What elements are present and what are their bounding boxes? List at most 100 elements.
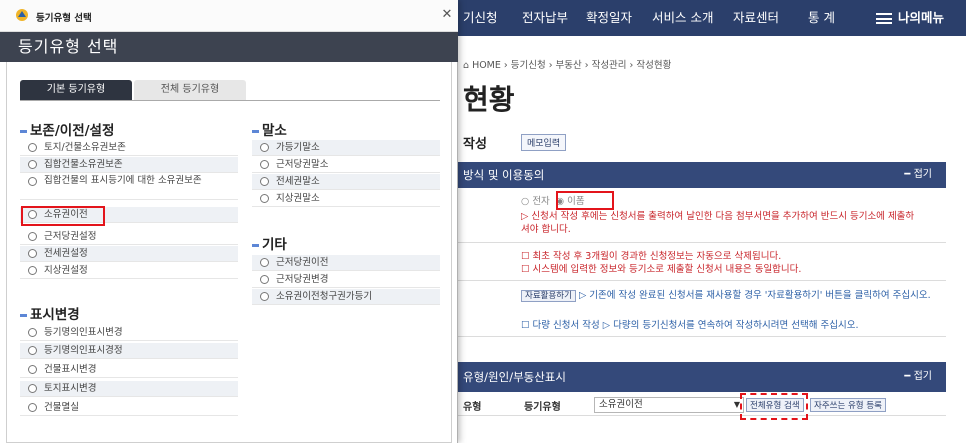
option-label: 지상권설정: [44, 265, 88, 276]
option-land-building-preserve[interactable]: 토지/건물소유권보존: [20, 140, 238, 156]
group-title-preserve: 보존/이전/설정: [20, 119, 114, 139]
agreement-row: ☐ 최초 작성 후 3개월이 경과한 신청정보는 자동으로 삭제됩니다. ☐ 시…: [458, 243, 946, 281]
option-label: 근저당권말소: [276, 159, 329, 170]
tab-basic-types[interactable]: 기본 등기유형: [20, 80, 132, 100]
highlight-search-button: [740, 393, 808, 420]
option-label: 소유권이전청구권가등기: [276, 291, 373, 302]
method-note-text: 신청서 작성 후에는 신청서를 출력하여 날인한 다음 첨부서면을 추가하여 반…: [521, 211, 915, 235]
type-field-label: 등기유형: [524, 402, 561, 413]
agree-2-text: 시스템에 입력한 정보와 등기소로 제출할 신청서 내용은 동일합니다.: [532, 264, 802, 275]
option-surface-setup[interactable]: 지상권설정: [20, 263, 238, 279]
option-collective-preserve[interactable]: 집합건물소유권보존: [20, 157, 238, 173]
radio-icon: [28, 328, 37, 337]
option-label: 전세권설정: [44, 248, 88, 259]
radio-icon: [28, 346, 37, 355]
option-building-demolish[interactable]: 건물멸실: [20, 400, 238, 416]
option-label: 근저당권설정: [44, 231, 97, 242]
option-label: 집합건물의 표시등기에 대한 소유권보존: [44, 175, 202, 186]
radio-icon: [260, 292, 269, 301]
type-row: 유형 등기유형 소유권이전 ▼ 전체유형 검색 자주쓰는 유형 등록: [458, 392, 946, 416]
option-ownership-claim-provisional[interactable]: 소유권이전청구권가등기: [252, 289, 440, 305]
option-label: 집합건물소유권보존: [44, 159, 123, 170]
arrow-icon: ▷: [521, 211, 529, 222]
radio-icon: [28, 266, 37, 275]
highlight-eform: [556, 191, 614, 210]
option-label: 건물표시변경: [44, 364, 97, 375]
group-title-cancel-text: 말소: [262, 123, 287, 139]
radio-icon: [260, 177, 269, 186]
radio-icon: [260, 258, 269, 267]
arrow-icon: ▷: [578, 290, 587, 301]
option-lease-cancel[interactable]: 전세권말소: [252, 174, 440, 190]
option-surface-cancel[interactable]: 지상권말소: [252, 191, 440, 207]
option-lease-setup[interactable]: 전세권설정: [20, 246, 238, 262]
register-fav-type-button[interactable]: 자주쓰는 유형 등록: [810, 398, 886, 412]
panel-type-fold[interactable]: ━ 접기: [904, 362, 932, 392]
method-note: ▷ 신청서 작성 후에는 신청서를 출력하여 날인한 다음 첨부서면을 추가하여…: [521, 210, 921, 236]
method-row: ○ 전자 ◉ 이폼 ▷ 신청서 작성 후에는 신청서를 출력하여 날인한 다음 …: [458, 188, 946, 243]
bullet-bar: [252, 129, 259, 133]
nav-item-resource[interactable]: 자료센터: [733, 0, 779, 36]
radio-icon: [260, 143, 269, 152]
nav-item-fixed-date[interactable]: 확정일자: [586, 0, 632, 36]
type-select[interactable]: 소유권이전 ▼: [594, 397, 744, 413]
fold-label: 접기: [913, 371, 932, 382]
radio-electronic-label: 전자: [532, 196, 550, 207]
multi-note[interactable]: ☐ 다량 신청서 작성 ▷ 다량의 등기신청서를 연속하여 작성하시려면 선택해…: [521, 319, 941, 332]
group-title-cancel: 말소: [252, 119, 287, 139]
nav-item-registration[interactable]: 기신청: [463, 0, 498, 36]
radio-electronic[interactable]: ○ 전자: [521, 196, 550, 207]
memo-button[interactable]: 메모입력: [521, 134, 567, 151]
nav-item-service[interactable]: 서비스 소개: [652, 0, 713, 36]
option-label: 토지/건물소유권보존: [44, 142, 126, 153]
option-label: 전세권말소: [276, 176, 320, 187]
radio-icon: [28, 403, 37, 412]
bullet-bar: [20, 313, 27, 317]
agree-2[interactable]: ☐ 시스템에 입력한 정보와 등기소로 제출할 신청서 내용은 동일합니다.: [521, 263, 931, 276]
option-provisional-cancel[interactable]: 가등기말소: [252, 140, 440, 156]
radio-icon: [28, 249, 37, 258]
agree-1[interactable]: ☐ 최초 작성 후 3개월이 경과한 신청정보는 자동으로 삭제됩니다.: [521, 250, 931, 263]
option-label: 등기명의인표시경정: [44, 345, 123, 356]
my-menu-button[interactable]: 나의메뉴: [876, 0, 944, 36]
option-holder-display-change[interactable]: 등기명의인표시변경: [20, 325, 238, 341]
modal-titlebar: 등기유형 선택 ✕: [0, 0, 458, 32]
nav-item-payment[interactable]: 전자납부: [522, 0, 568, 36]
reuse-note-text: 기존에 작성 완료된 신청서를 재사용할 경우 '자료활용하기' 버튼을 클릭하…: [589, 290, 931, 301]
panel-type-title: 유형/원인/부동산표시: [463, 370, 566, 384]
radio-icon: [260, 160, 269, 169]
tab-all-types[interactable]: 전체 등기유형: [134, 80, 246, 100]
radio-icon: [260, 194, 269, 203]
option-mortgage-setup[interactable]: 근저당권설정: [20, 229, 238, 245]
bullet-bar: [20, 129, 27, 133]
hamburger-icon: [876, 13, 892, 24]
reuse-row: 자료활용하기 ▷ 기존에 작성 완료된 신청서를 재사용할 경우 '자료활용하기…: [458, 281, 946, 337]
radio-icon: [28, 232, 37, 241]
option-mortgage-cancel[interactable]: 근저당권말소: [252, 157, 440, 173]
tab-divider: [20, 100, 440, 101]
option-building-display-change[interactable]: 건물표시변경: [20, 362, 238, 378]
option-label: 지상권말소: [276, 193, 320, 204]
fold-label: 접기: [913, 169, 932, 180]
option-mortgage-transfer[interactable]: 근저당권이전: [252, 255, 440, 271]
group-title-display: 표시변경: [20, 303, 80, 323]
option-mortgage-change[interactable]: 근저당권변경: [252, 272, 440, 288]
page-title: 현황: [463, 83, 515, 116]
panel-method-fold[interactable]: ━ 접기: [904, 162, 932, 188]
radio-icon: [28, 384, 37, 393]
radio-icon: [28, 160, 37, 169]
close-icon[interactable]: ✕: [440, 8, 454, 22]
option-land-display-change[interactable]: 토지표시변경: [20, 381, 238, 397]
option-holder-display-correct[interactable]: 등기명의인표시경정: [20, 343, 238, 359]
breadcrumb-text: HOME › 등기신청 › 부동산 › 작성관리 › 작성현황: [472, 60, 672, 71]
option-label: 토지표시변경: [44, 383, 97, 394]
type-select-modal: 등기유형 선택 ✕ 등기유형 선택 기본 등기유형 전체 등기유형 보존/이전/…: [0, 0, 458, 443]
agree-1-text: 최초 작성 후 3개월이 경과한 신청정보는 자동으로 삭제됩니다.: [532, 251, 782, 262]
radio-icon: [28, 365, 37, 374]
nav-item-stats[interactable]: 통 계: [808, 0, 835, 36]
option-collective-display-preserve[interactable]: 집합건물의 표시등기에 대한 소유권보존: [20, 174, 238, 200]
breadcrumb: ⌂ HOME › 등기신청 › 부동산 › 작성관리 › 작성현황: [463, 57, 671, 71]
type-select-value: 소유권이전: [599, 399, 643, 410]
reuse-button[interactable]: 자료활용하기: [521, 290, 576, 302]
panel-method-header: 방식 및 이용동의 ━ 접기: [458, 162, 946, 188]
